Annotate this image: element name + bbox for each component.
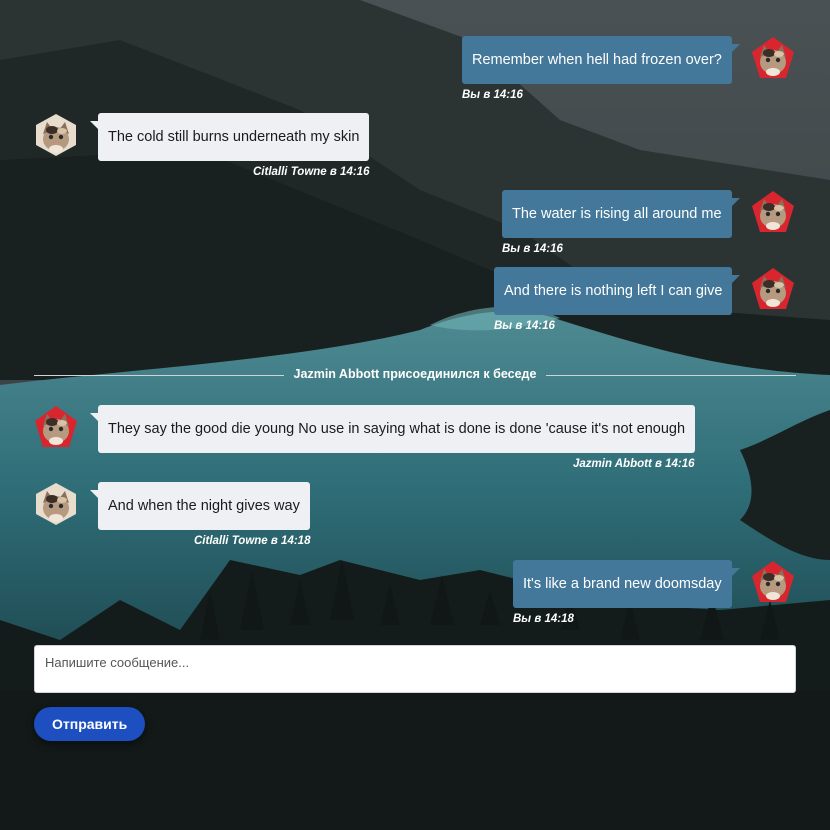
time-separator: в [326, 166, 341, 178]
incoming-message-bubble: They say the good die young No use in sa… [89, 405, 696, 453]
avatar-pentagon-cat [751, 190, 795, 234]
message-author: Вы [513, 613, 532, 625]
avatar-pentagon-cat [34, 405, 78, 449]
time-separator: в [531, 613, 545, 625]
chat-window: Remember when hell had frozen over? Вы в … [0, 0, 830, 830]
avatar-pentagon-cat [751, 560, 795, 604]
message-time: 14:16 [665, 458, 695, 470]
avatar-pentagon-cat [751, 267, 795, 311]
message-input[interactable] [35, 646, 795, 692]
message-author: Jazmin Abbott [573, 458, 652, 470]
outgoing-message-bubble: The water is rising all around me [502, 190, 740, 238]
message-meta: Citlalli Towne в 14:16 [253, 166, 369, 178]
message-time: 14:16 [493, 89, 523, 101]
message-author: Citlalli Towne [194, 535, 268, 547]
message-time: 14:16 [533, 243, 563, 255]
message-author: Вы [502, 243, 521, 255]
time-separator: в [512, 320, 526, 332]
avatar-hexagon-cat [34, 113, 78, 157]
message-time: 14:16 [525, 320, 555, 332]
message-meta: Citlalli Towne в 14:18 [194, 535, 310, 547]
message-meta: Вы в 14:16 [462, 89, 523, 101]
time-separator: в [520, 243, 534, 255]
message-author: Citlalli Towne [253, 166, 327, 178]
avatar-hexagon-cat [34, 482, 78, 526]
message-author: Вы [462, 89, 481, 101]
send-button[interactable]: Отправить [34, 707, 146, 741]
system-event-divider: Jazmin Abbott присоединился к беседе [34, 366, 796, 384]
avatar-pentagon-cat [751, 36, 795, 80]
outgoing-message-bubble: It's like a brand new doomsday [513, 560, 740, 608]
message-time: 14:16 [340, 166, 370, 178]
incoming-message-bubble: And when the night gives way [90, 482, 310, 530]
outgoing-message-bubble: Remember when hell had frozen over? [462, 36, 740, 84]
time-separator: в [480, 89, 494, 101]
time-separator: в [651, 458, 666, 470]
incoming-message-bubble: The cold still burns underneath my skin [89, 113, 370, 161]
message-meta: Jazmin Abbott в 14:16 [573, 458, 695, 470]
time-separator: в [267, 535, 282, 547]
message-time: 14:18 [544, 613, 574, 625]
outgoing-message-bubble: And there is nothing left I can give [494, 267, 741, 315]
system-event-text: Jazmin Abbott присоединился к беседе [293, 367, 537, 381]
message-meta: Вы в 14:16 [502, 243, 563, 255]
message-meta: Вы в 14:16 [494, 320, 555, 332]
message-time: 14:18 [281, 535, 311, 547]
message-author: Вы [494, 320, 513, 332]
message-input-box[interactable] [34, 645, 796, 693]
message-meta: Вы в 14:18 [513, 613, 574, 625]
